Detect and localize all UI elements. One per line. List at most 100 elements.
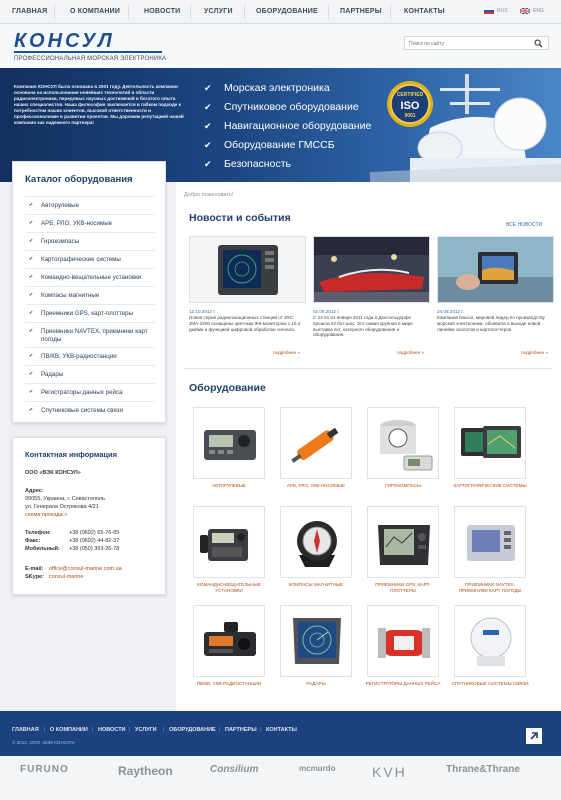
equipment-label[interactable]: ПРИЕМНИКИ GPS, КАРТ-ПЛОТТЕРЫ: [363, 582, 443, 594]
catalog-item[interactable]: ✔ Радары: [25, 365, 155, 384]
footer-link-home[interactable]: ГЛАВНАЯ: [12, 727, 39, 733]
footer-link-services[interactable]: УСЛУГИ: [135, 727, 157, 733]
catalog-item-label[interactable]: Приемники GPS, карт-плоттеры: [41, 310, 133, 317]
checkmark-icon: ✔: [204, 121, 212, 131]
news-more-link[interactable]: подробнее »: [273, 350, 300, 355]
catalog-item[interactable]: ✔ Картографические системы: [25, 250, 155, 269]
catalog-item[interactable]: ✔ Компасы магнитные: [25, 286, 155, 305]
equipment-label[interactable]: АВТОРУЛЕВЫЕ: [189, 483, 269, 489]
footer-link-equipment[interactable]: ОБОРУДОВАНИЕ: [169, 727, 216, 733]
equipment-image[interactable]: [454, 605, 526, 677]
news-more-link[interactable]: подробнее »: [397, 350, 424, 355]
catalog-item-label[interactable]: Приемники NAVTEX, приемники карт погоды: [41, 328, 148, 343]
equipment-section-title: Оборудование: [189, 382, 266, 394]
uk-flag-icon[interactable]: [520, 8, 530, 14]
equipment-label[interactable]: КАРТОГРАФИЧЕСКИЕ СИСТЕМЫ: [450, 483, 530, 489]
news-image[interactable]: [189, 236, 306, 303]
equipment-image[interactable]: [367, 407, 439, 479]
equipment-label[interactable]: КОМПАСЫ МАГНИТНЫЕ: [276, 582, 356, 588]
equipment-label[interactable]: СПУТНИКОВЫЕ СИСТЕМЫ СВЯЗИ: [450, 681, 530, 687]
catalog-item[interactable]: ✔ Спутниковые системы связи: [25, 401, 155, 420]
catalog-item-label[interactable]: Авторулевые: [41, 202, 79, 209]
footer-link-contacts[interactable]: КОНТАКТЫ: [266, 727, 297, 733]
equipment-image[interactable]: [193, 605, 265, 677]
news-date: 12.10.2012 г.: [189, 309, 216, 314]
site-logo[interactable]: КОНСУЛ: [14, 30, 115, 53]
equipment-image[interactable]: [454, 407, 526, 479]
brand-kvh[interactable]: KVH: [372, 764, 407, 780]
brand-furuno[interactable]: FURUNO: [20, 764, 69, 775]
catalog-item[interactable]: ✔ АРБ, РЛО, УКВ-носимые: [25, 214, 155, 233]
news-image[interactable]: [437, 236, 554, 303]
nav-divider: [54, 4, 55, 20]
nav-item-services[interactable]: УСЛУГИ: [204, 8, 233, 15]
equipment-image[interactable]: [367, 605, 439, 677]
brand-consilium[interactable]: Consilium: [210, 764, 258, 775]
equipment-image[interactable]: [454, 506, 526, 578]
nav-item-equipment[interactable]: ОБОРУДОВАНИЕ: [256, 8, 318, 15]
news-card[interactable]: 02.09.2012 г. С 23 по 31 января 2011 год…: [313, 236, 430, 356]
map-link[interactable]: схема проезда »: [25, 512, 67, 519]
news-card[interactable]: 24.08.2012 г. Компания Navico, мировой л…: [437, 236, 554, 356]
equipment-image[interactable]: [280, 506, 352, 578]
news-image[interactable]: [313, 236, 430, 303]
equipment-label[interactable]: РАДАРЫ: [276, 681, 356, 687]
equipment-image[interactable]: [280, 407, 352, 479]
footer-link-partners[interactable]: ПАРТНЕРЫ: [225, 727, 257, 733]
catalog-item-label[interactable]: Компасы магнитные: [41, 292, 99, 299]
catalog-item[interactable]: ✔ Приемники NAVTEX, приемники карт погоды: [25, 322, 155, 348]
catalog-item-label[interactable]: Командно-вещательные установки: [41, 274, 141, 281]
catalog-item-label[interactable]: Спутниковые системы связи: [41, 407, 123, 414]
nav-item-news[interactable]: НОВОСТИ: [144, 8, 180, 15]
email-link[interactable]: office@consul-marine.com.ua: [49, 566, 122, 573]
brand-raytheon[interactable]: Raytheon: [118, 764, 173, 778]
equipment-image[interactable]: [367, 506, 439, 578]
catalog-item-label[interactable]: Регистраторы данных рейса: [41, 389, 123, 396]
catalog-item[interactable]: ✔ ПВ/КВ, УКВ-радиостанции: [25, 347, 155, 366]
nav-item-contacts[interactable]: КОНТАКТЫ: [404, 8, 445, 15]
equipment-label[interactable]: АРБ, РЛО, УКВ-НОСИМЫЕ: [276, 483, 356, 489]
external-arrow-icon[interactable]: [526, 728, 542, 744]
equipment-label[interactable]: ПВ/КВ, УКВ-РАДИОСТАНЦИИ: [189, 681, 269, 687]
lang-ru-link[interactable]: RUS: [497, 8, 508, 14]
address-line-1: 99055, Украина, г. Севастополь: [25, 496, 105, 502]
catalog-item[interactable]: ✔ Гирокомпасы: [25, 232, 155, 251]
russia-flag-icon[interactable]: [484, 8, 494, 14]
lang-en-link[interactable]: ENG: [533, 8, 544, 14]
news-card[interactable]: 12.10.2012 г. Новая серия радиолокационн…: [189, 236, 306, 356]
equipment-label[interactable]: ГИРОКОМПАСЫ: [363, 483, 443, 489]
brand-mcmurdo[interactable]: mcmurdo: [299, 764, 335, 773]
bullet-icon: ✔: [29, 238, 34, 244]
catalog-item[interactable]: ✔ Регистраторы данных рейса: [25, 383, 155, 402]
equipment-image[interactable]: [193, 407, 265, 479]
equipment-label[interactable]: РЕГИСТРАТОРЫ ДАННЫХ РЕЙСА: [363, 681, 443, 687]
brand-thrane[interactable]: Thrane&Thrane: [446, 764, 520, 775]
footer-link-news[interactable]: НОВОСТИ: [98, 727, 126, 733]
nav-item-home[interactable]: ГЛАВНАЯ: [12, 8, 47, 15]
search-input[interactable]: [409, 39, 529, 48]
bullet-icon: ✔: [29, 389, 34, 395]
equipment-label[interactable]: КОМАНДНО-ВЕЩАТЕЛЬНЫЕ УСТАНОВКИ: [189, 582, 269, 594]
equipment-image[interactable]: [280, 605, 352, 677]
news-more-link[interactable]: подробнее »: [521, 350, 548, 355]
catalog-item-label[interactable]: Гирокомпасы: [41, 238, 79, 245]
news-date: 24.08.2012 г.: [437, 309, 464, 314]
catalog-item-label[interactable]: Радары: [41, 371, 63, 378]
bullet-icon: ✔: [29, 202, 34, 208]
search-icon[interactable]: [534, 39, 543, 48]
footer-link-about[interactable]: О КОМПАНИИ: [50, 727, 88, 733]
all-news-link[interactable]: ВСЕ НОВОСТИ: [506, 222, 542, 228]
feature-item: ✔ Оборудование ГМССБ: [204, 139, 371, 158]
catalog-item-label[interactable]: Картографические системы: [41, 256, 121, 263]
catalog-item[interactable]: ✔ Командно-вещательные установки: [25, 268, 155, 287]
catalog-item[interactable]: ✔ Приемники GPS, карт-плоттеры: [25, 304, 155, 323]
checkmark-icon: ✔: [204, 159, 212, 169]
skype-link[interactable]: consul-marine: [49, 574, 84, 581]
nav-item-about[interactable]: О КОМПАНИИ: [70, 8, 120, 15]
equipment-label[interactable]: ПРИЕМНИКИ NAVTEX, ПРИЕМНИКИ КАРТ ПОГОДЫ: [450, 582, 530, 594]
equipment-image[interactable]: [193, 506, 265, 578]
nav-item-partners[interactable]: ПАРТНЕРЫ: [340, 8, 382, 15]
catalog-item-label[interactable]: АРБ, РЛО, УКВ-носимые: [41, 220, 112, 227]
catalog-item-label[interactable]: ПВ/КВ, УКВ-радиостанции: [41, 353, 117, 360]
catalog-item[interactable]: ✔ Авторулевые: [25, 196, 155, 215]
